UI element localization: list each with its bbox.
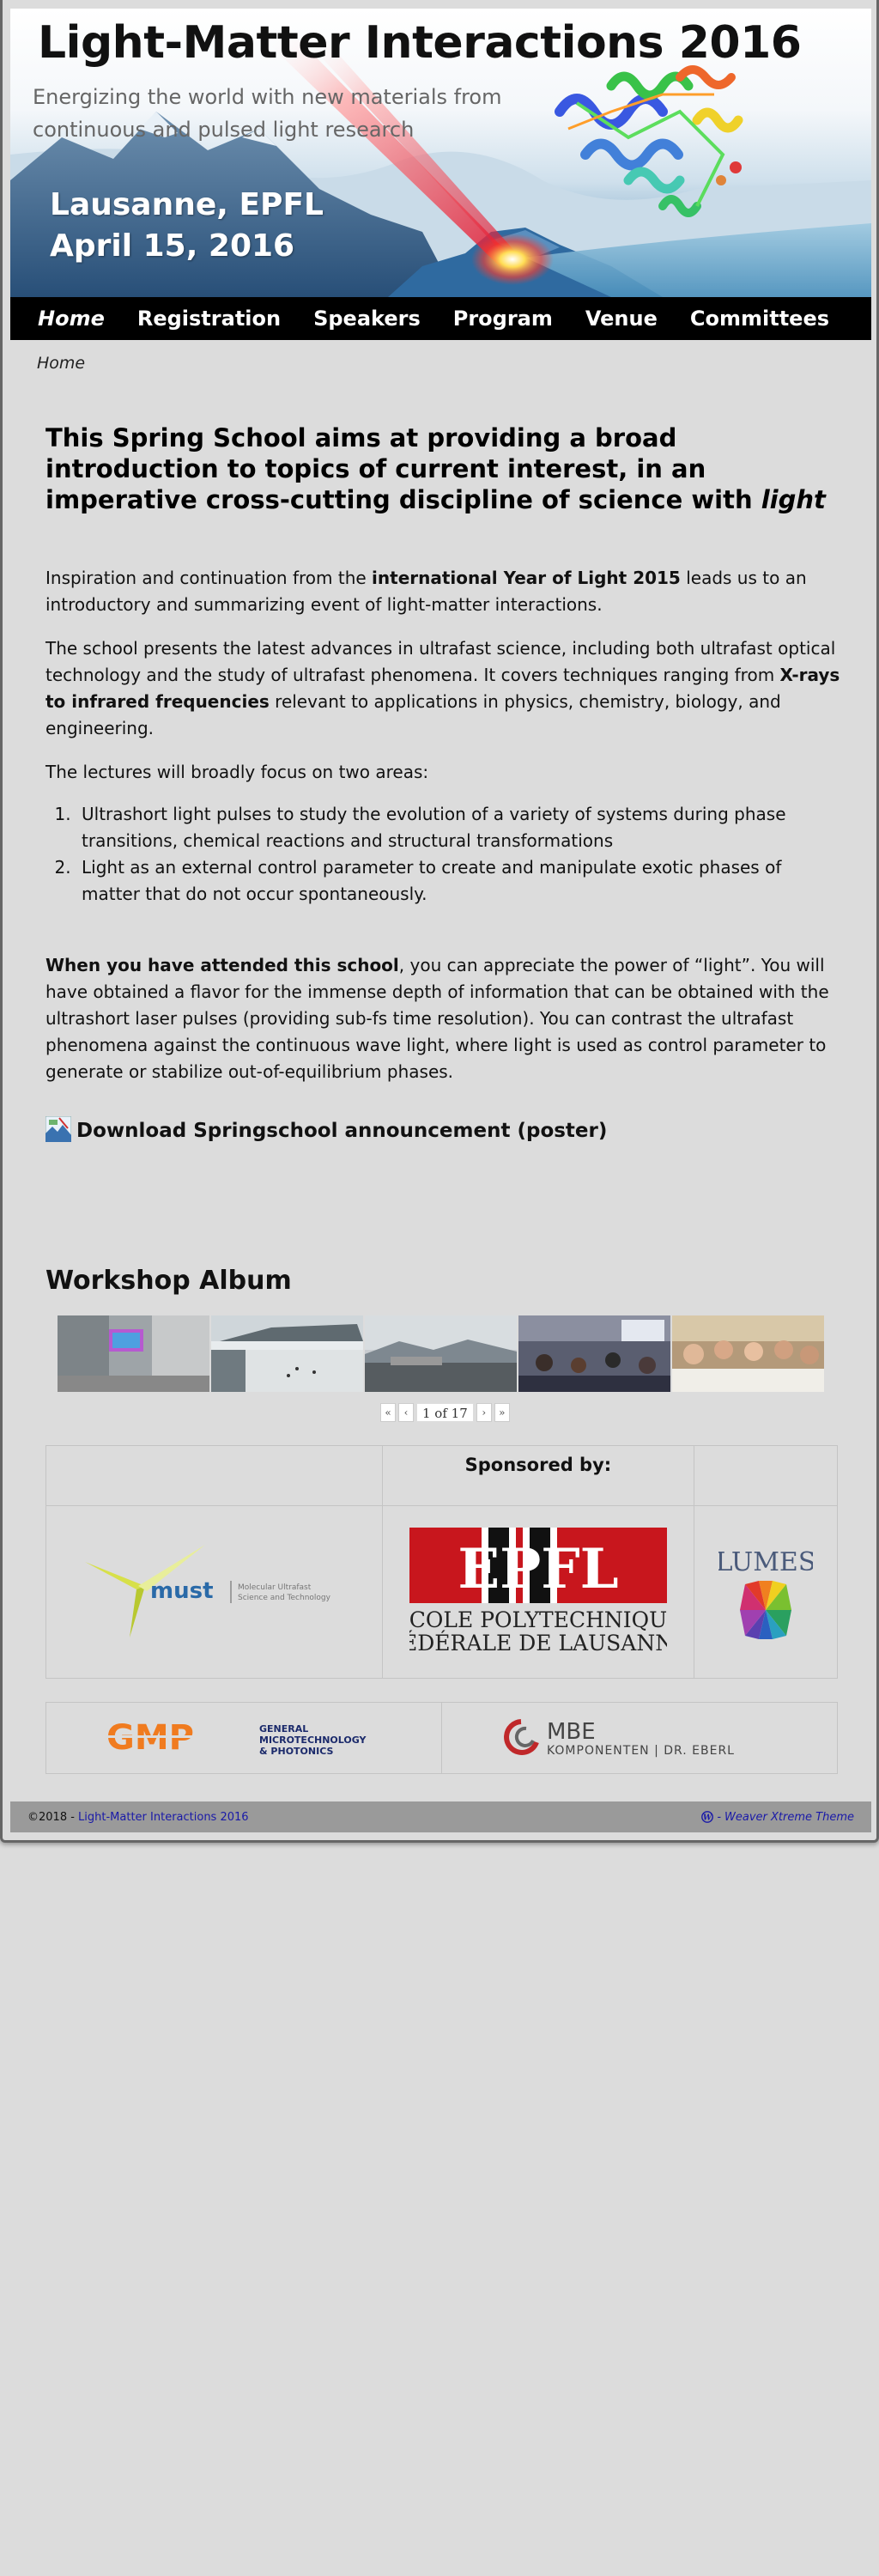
sponsors-table-2: GMP GENERAL MICROTECHNOLOGY & PHOTONICS … <box>45 1702 838 1774</box>
main-content: This Spring School aims at providing a b… <box>45 422 844 1085</box>
sponsor-must-logo[interactable]: must Molecular Ultrafast Science and Tec… <box>45 1505 383 1679</box>
pager-status: 1 of 17 <box>416 1403 474 1422</box>
sponsors-heading: Sponsored by: <box>381 1445 695 1506</box>
pager-first-button[interactable]: « <box>380 1403 396 1422</box>
copyright: ©2018 - Light-Matter Interactions 2016 <box>27 1811 249 1824</box>
p2-text: The school presents the latest advances … <box>45 638 836 685</box>
site-header: Light-Matter Interactions 2016 Energizin… <box>10 9 871 297</box>
intro-heading-emphasis: light <box>761 485 826 514</box>
lumes-logo-text: LUMES <box>718 1547 813 1577</box>
paragraph-overview: The school presents the latest advances … <box>45 635 844 742</box>
site-footer: ©2018 - Light-Matter Interactions 2016 W… <box>10 1801 871 1832</box>
page-wrapper: Light-Matter Interactions 2016 Energizin… <box>0 0 879 1843</box>
copyright-prefix: ©2018 - <box>27 1810 79 1824</box>
list-item: Ultrashort light pulses to study the evo… <box>76 801 844 854</box>
intro-heading-text: This Spring School aims at providing a b… <box>45 423 761 514</box>
gmp-line1: GENERAL <box>259 1723 308 1735</box>
photo-album-strip <box>58 1315 824 1392</box>
gmp-line2: MICROTECHNOLOGY <box>259 1735 367 1746</box>
download-label[interactable]: Download Springschool announcement (post… <box>76 1120 607 1142</box>
sponsor-cell-empty <box>45 1445 383 1506</box>
sponsor-mbe-logo[interactable]: MBE KOMPONENTEN | DR. EBERL <box>440 1702 838 1774</box>
paragraph-attendance: When you have attended this school, you … <box>45 952 844 1085</box>
footer-site-link[interactable]: Light-Matter Interactions 2016 <box>78 1811 249 1824</box>
paragraph-focus: The lectures will broadly focus on two a… <box>45 762 429 782</box>
sponsor-cell-empty <box>694 1445 838 1506</box>
sponsors-table: Sponsored by: must Molecular Ultrafast S… <box>45 1445 838 1679</box>
p1-text: Inspiration and continuation from the <box>45 568 373 588</box>
album-photo[interactable] <box>672 1315 824 1392</box>
theme-separator: - <box>717 1810 722 1824</box>
epfl-line1: ÉCOLE POLYTECHNIQUE <box>409 1607 667 1632</box>
focus-areas-list: Ultrashort light pulses to study the evo… <box>76 801 844 908</box>
banner-location: Lausanne, EPFL <box>50 187 324 222</box>
must-logo-sub2: Science and Technology <box>238 1594 331 1602</box>
p4-bold: When you have attended this school <box>45 955 399 975</box>
nav-program[interactable]: Program <box>453 307 553 331</box>
album-photo[interactable] <box>58 1315 209 1392</box>
must-logo-text: must <box>150 1578 214 1604</box>
album-pager: « ‹ 1 of 17 › » <box>380 1403 510 1422</box>
pager-prev-button[interactable]: ‹ <box>398 1403 414 1422</box>
theme-link[interactable]: Weaver Xtreme Theme <box>724 1811 854 1824</box>
epfl-line2: FÉDÉRALE DE LAUSANNE <box>409 1631 667 1656</box>
intro-heading: This Spring School aims at providing a b… <box>45 422 844 515</box>
site-title[interactable]: Light-Matter Interactions 2016 <box>38 17 802 69</box>
album-photo[interactable] <box>211 1315 363 1392</box>
pager-last-button[interactable]: » <box>494 1403 510 1422</box>
theme-credit: W - Weaver Xtreme Theme <box>701 1811 854 1824</box>
nav-home[interactable]: Home <box>38 307 105 331</box>
album-photo[interactable] <box>365 1315 517 1392</box>
mbe-line1: KOMPONENTEN | DR. EBERL <box>547 1744 735 1758</box>
album-title: Workshop Album <box>45 1266 292 1296</box>
mbe-logo-text: MBE <box>547 1719 596 1745</box>
site-tagline: Energizing the world with new materials … <box>33 85 502 142</box>
sponsor-lumes-logo[interactable]: LUMES <box>694 1505 838 1679</box>
sponsor-epfl-logo[interactable]: EPFL ÉCOLE POLYTECHNIQUE FÉDÉRALE DE LAU… <box>381 1505 695 1679</box>
nav-venue[interactable]: Venue <box>585 307 658 331</box>
list-item: Light as an external control parameter t… <box>76 854 844 908</box>
paragraph-inspiration: Inspiration and continuation from the in… <box>45 565 844 618</box>
banner-date: April 15, 2016 <box>50 228 295 264</box>
main-menu: Home Registration Speakers Program Venue… <box>10 297 871 340</box>
p1-bold: international Year of Light 2015 <box>372 568 681 588</box>
wordpress-icon[interactable]: W <box>701 1811 714 1823</box>
pager-next-button[interactable]: › <box>476 1403 492 1422</box>
svg-text:W: W <box>703 1814 712 1823</box>
epfl-logo-text: EPFL <box>458 1537 618 1601</box>
nav-registration[interactable]: Registration <box>137 307 281 331</box>
must-logo-sub1: Molecular Ultrafast <box>238 1583 312 1592</box>
gmp-line3: & PHOTONICS <box>259 1746 333 1757</box>
download-poster-link[interactable]: Download Springschool announcement (post… <box>45 1116 607 1142</box>
poster-thumbnail-icon[interactable] <box>45 1116 71 1142</box>
album-photo[interactable] <box>518 1315 670 1392</box>
nav-speakers[interactable]: Speakers <box>313 307 421 331</box>
page-title-breadcrumb: Home <box>37 354 86 373</box>
sponsor-gmp-logo[interactable]: GMP GENERAL MICROTECHNOLOGY & PHOTONICS <box>45 1702 442 1774</box>
nav-committees[interactable]: Committees <box>690 307 829 331</box>
